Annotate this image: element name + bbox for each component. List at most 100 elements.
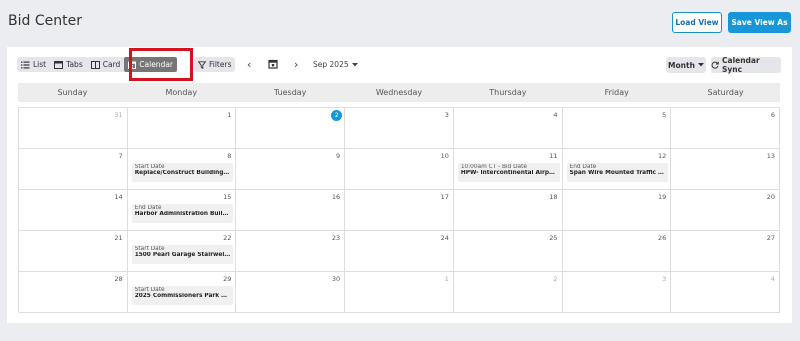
save-view-as-button[interactable]: Save View As — [728, 12, 791, 33]
day-cell[interactable]: 2 — [236, 108, 346, 149]
list-view-label: List — [33, 60, 47, 69]
calendar-sync-button[interactable]: Calendar Sync — [711, 56, 781, 74]
filters-label: Filters — [209, 60, 232, 69]
calendar-event[interactable]: 10:00am CT - Bid Date HPW- Intercontinent… — [457, 163, 560, 182]
day-cell[interactable]: 17 — [345, 190, 454, 231]
day-cell[interactable]: 18 — [453, 190, 563, 231]
day-cell[interactable]: 16 — [236, 190, 346, 231]
day-number: 8 — [227, 152, 232, 160]
day-number: 24 — [440, 234, 449, 242]
event-title: Harbor Administration Buildi... — [134, 211, 231, 217]
day-number: 28 — [114, 275, 123, 283]
day-number: 3 — [444, 111, 449, 119]
day-cell[interactable]: 22 Start Date 1500 Pearl Garage Stairwell … — [127, 231, 237, 272]
event-title: HPW- Intercontinental Airpor... — [460, 170, 557, 176]
day-number: 1 — [227, 111, 232, 119]
weekday-saturday: Saturday — [707, 88, 744, 97]
day-cell[interactable]: 24 — [345, 231, 454, 272]
day-cell[interactable]: 20 — [671, 190, 780, 231]
month-picker-label: Sep 2025 — [313, 60, 349, 69]
weekday-sunday: Sunday — [57, 88, 88, 97]
tabs-view-label: Tabs — [66, 60, 83, 69]
day-number: 27 — [766, 234, 775, 242]
day-number: 2 — [553, 275, 558, 283]
day-cell[interactable]: 28 — [19, 272, 128, 313]
weekday-thursday: Thursday — [489, 88, 527, 97]
day-cell[interactable]: 31 — [19, 108, 128, 149]
day-cell[interactable]: 23 — [236, 231, 346, 272]
day-cell[interactable]: 10 — [345, 149, 454, 190]
month-view-dropdown[interactable]: Month — [666, 57, 706, 73]
filters-button[interactable]: Filters — [194, 57, 236, 72]
day-number: 17 — [440, 193, 449, 201]
tabs-view-button[interactable]: Tabs — [50, 57, 87, 72]
day-cell[interactable]: 11 10:00am CT - Bid Date HPW- Intercontine… — [453, 149, 563, 190]
day-number: 9 — [336, 152, 341, 160]
day-cell[interactable]: 21 — [19, 231, 128, 272]
day-cell[interactable]: 30 — [236, 272, 346, 313]
day-number: 3 — [662, 275, 667, 283]
day-number: 30 — [331, 275, 341, 283]
event-title: Replace/Construct Building 12... — [134, 170, 231, 176]
event-title: 2025 Commissioners Park Bai... — [134, 293, 231, 299]
weekday-friday: Friday — [604, 88, 629, 97]
day-cell[interactable]: 13 — [671, 149, 780, 190]
calendar-event[interactable]: Start Date 2025 Commissioners Park Bai... — [131, 286, 234, 305]
weekday-monday: Monday — [165, 88, 198, 97]
caret-down-icon — [697, 63, 704, 67]
next-month-button[interactable]: › — [294, 58, 298, 71]
day-cell[interactable]: 25 — [453, 231, 563, 272]
event-title: Span Wire Mounted Traffic Si... — [569, 170, 666, 176]
day-cell[interactable]: 12 End Date Span Wire Mounted Traffic Si..… — [562, 149, 672, 190]
day-cell[interactable]: 3 — [345, 108, 454, 149]
day-number: 16 — [331, 193, 341, 201]
day-cell[interactable]: 3 — [562, 272, 672, 313]
calendar-view-button[interactable]: Calendar — [124, 57, 178, 72]
card-view-button[interactable]: Card — [87, 57, 125, 72]
day-number: 29 — [223, 275, 232, 283]
day-cell[interactable]: 29 Start Date 2025 Commissioners Park Bai.… — [127, 272, 237, 313]
today-button[interactable] — [268, 59, 278, 69]
calendar-event[interactable]: End Date Span Wire Mounted Traffic Si... — [566, 163, 669, 182]
day-number: 12 — [658, 152, 667, 160]
day-cell[interactable]: 8 Start Date Replace/Construct Building 12… — [127, 149, 237, 190]
day-cell[interactable]: 4 — [671, 272, 780, 313]
day-cell[interactable]: 26 — [562, 231, 672, 272]
page-title: Bid Center — [8, 13, 82, 29]
calendar-view-label: Calendar — [139, 60, 174, 69]
day-cell[interactable]: 6 — [671, 108, 780, 149]
previous-month-button[interactable]: ‹ — [247, 58, 251, 71]
day-cell[interactable]: 2 — [453, 272, 563, 313]
day-cell[interactable]: 9 — [236, 149, 346, 190]
day-cell[interactable]: 27 — [671, 231, 780, 272]
day-cell[interactable]: 14 — [19, 190, 128, 231]
day-cell[interactable]: 7 — [19, 149, 128, 190]
day-cell[interactable]: 1 — [127, 108, 237, 149]
chevron-right-icon: › — [294, 58, 299, 71]
month-picker[interactable]: Sep 2025 — [313, 60, 358, 69]
calendar-event[interactable]: Start Date Replace/Construct Building 12.… — [131, 163, 234, 182]
calendar-today-icon — [268, 59, 278, 69]
day-number: 7 — [118, 152, 123, 160]
day-cell[interactable]: 15 End Date Harbor Administration Buildi..… — [127, 190, 237, 231]
calendar-sync-label: Calendar Sync — [722, 56, 760, 74]
calendar-event[interactable]: End Date Harbor Administration Buildi... — [131, 204, 234, 223]
day-number: 23 — [331, 234, 341, 242]
list-icon — [21, 61, 30, 69]
weekday-wednesday: Wednesday — [375, 88, 423, 97]
day-number: 22 — [223, 234, 232, 242]
day-cell[interactable]: 1 — [345, 272, 454, 313]
day-cell[interactable]: 19 — [562, 190, 672, 231]
list-view-button[interactable]: List — [17, 57, 50, 72]
month-view-label: Month — [668, 60, 695, 70]
calendar-event[interactable]: Start Date 1500 Pearl Garage Stairwell R.… — [131, 245, 234, 264]
load-view-button[interactable]: Load View — [672, 12, 722, 33]
caret-down-icon — [351, 62, 358, 67]
day-number: 1 — [444, 275, 449, 283]
day-number: 21 — [114, 234, 123, 242]
day-cell[interactable]: 4 — [453, 108, 563, 149]
card-view-label: Card — [102, 60, 121, 69]
day-number: 14 — [114, 193, 123, 201]
day-number: 4 — [553, 111, 558, 119]
day-cell[interactable]: 5 — [562, 108, 672, 149]
